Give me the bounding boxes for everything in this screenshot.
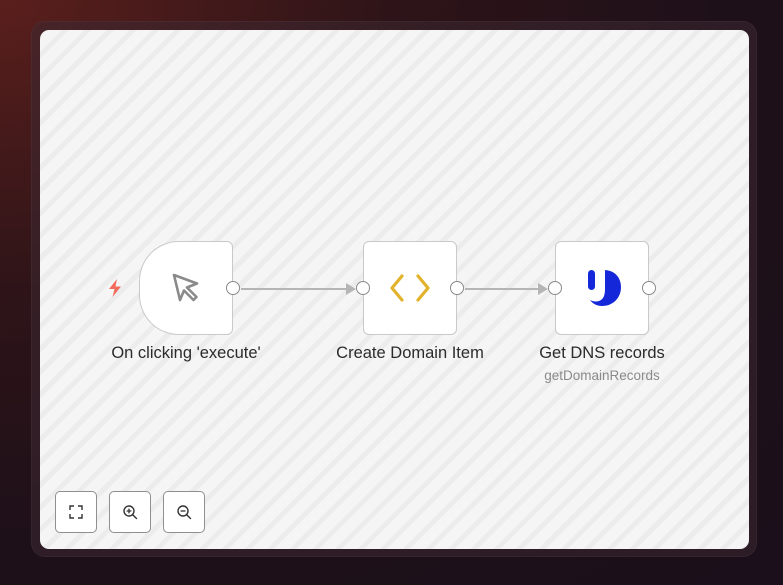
node-label: Create Domain Item (336, 344, 484, 362)
node-get-dns-records[interactable] (548, 241, 656, 335)
bolt-icon (109, 279, 121, 297)
node-label: Get DNS records (539, 344, 665, 362)
input-handle[interactable] (356, 281, 370, 295)
zoom-out-button[interactable] (163, 491, 205, 533)
cursor-icon (172, 273, 199, 302)
jsonbin-logo-icon (588, 270, 621, 306)
arrow-head-icon (538, 283, 548, 295)
arrow-head-icon (346, 283, 356, 295)
fit-view-button[interactable] (55, 491, 97, 533)
output-handle[interactable] (450, 281, 464, 295)
workflow-canvas[interactable]: On clicking 'execute' Create Domain Item… (40, 30, 749, 549)
node-on-clicking-execute[interactable] (139, 241, 240, 335)
node-create-domain-item[interactable] (356, 241, 464, 335)
output-handle[interactable] (226, 281, 240, 295)
fullscreen-icon (69, 505, 83, 519)
node-label: On clicking 'execute' (111, 344, 261, 362)
zoom-in-button[interactable] (109, 491, 151, 533)
zoom-out-icon (177, 505, 192, 520)
input-handle[interactable] (548, 281, 562, 295)
node-subtitle: getDomainRecords (544, 368, 660, 383)
code-brackets-icon (390, 274, 430, 302)
connection-trigger-to-code[interactable] (241, 283, 356, 295)
output-handle[interactable] (642, 281, 656, 295)
zoom-in-icon (123, 505, 138, 520)
connection-code-to-dns[interactable] (465, 283, 548, 295)
